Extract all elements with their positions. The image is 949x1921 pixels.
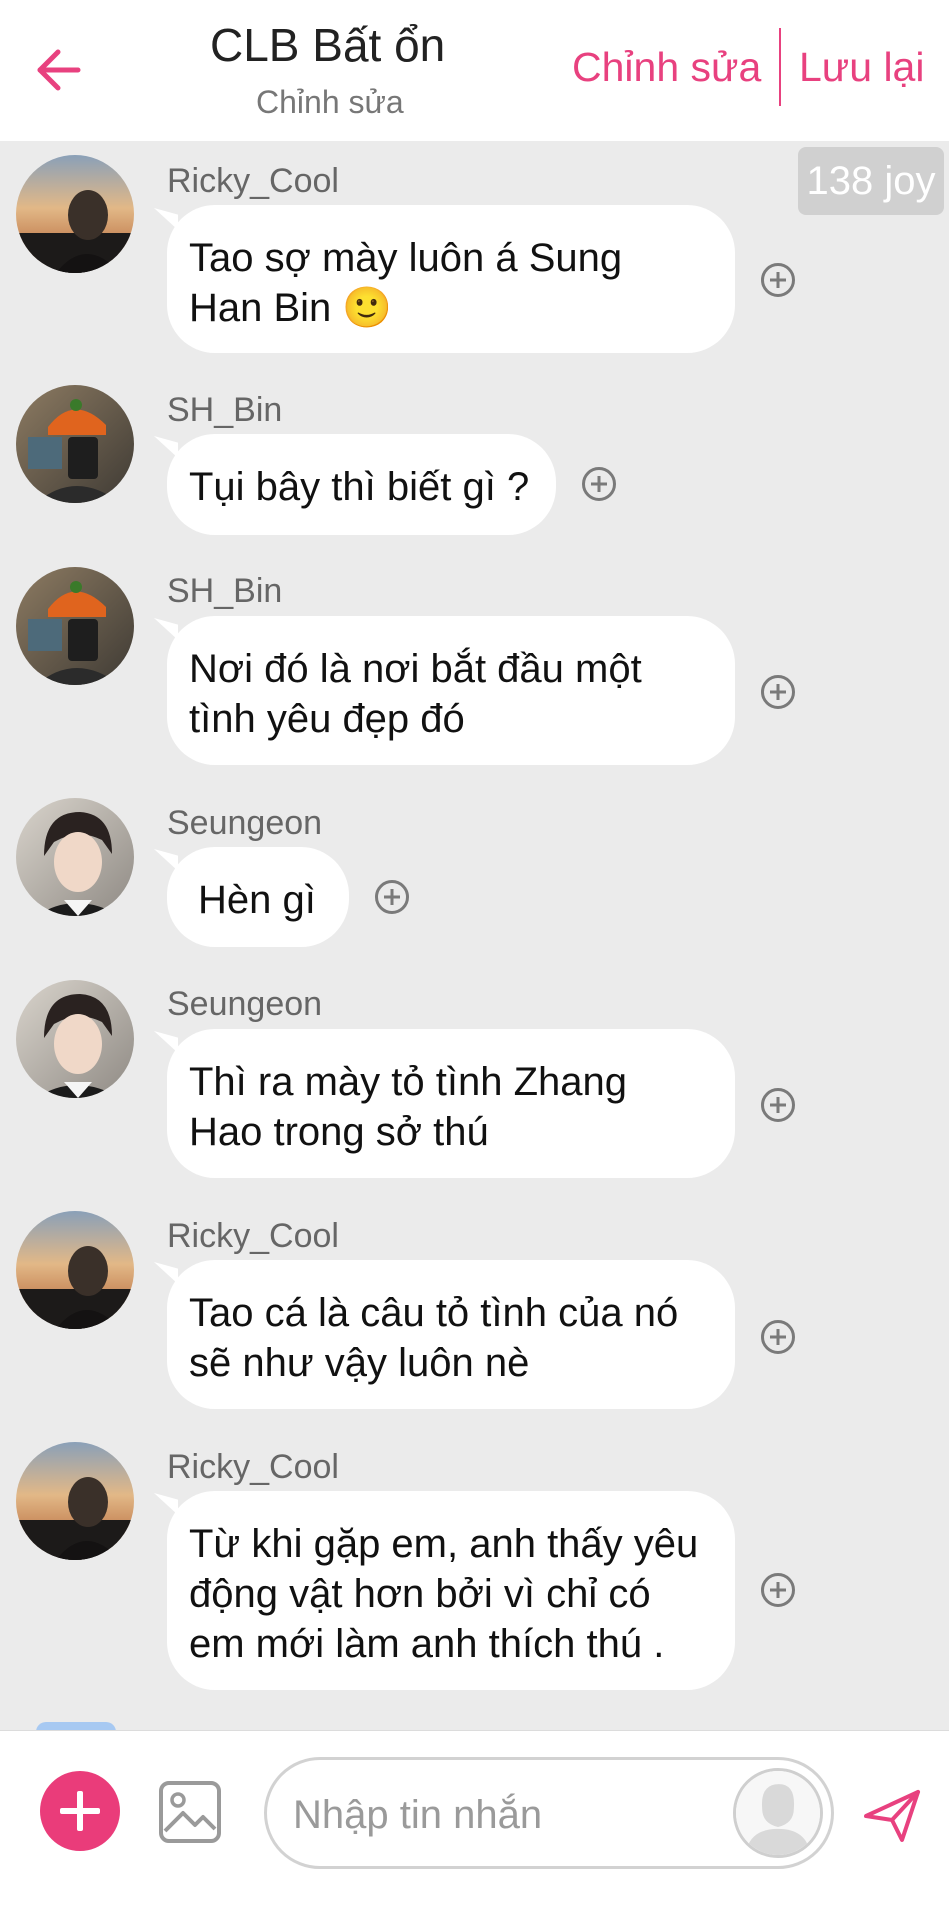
message-text-line: Tao cá là câu tỏ tình của nó	[189, 1291, 679, 1335]
back-button[interactable]	[30, 40, 90, 100]
send-icon[interactable]	[862, 1786, 922, 1844]
react-add-icon[interactable]	[761, 675, 795, 709]
arrow-left-icon	[37, 49, 81, 91]
image-icon[interactable]	[157, 1779, 223, 1845]
sender-name: Ricky_Cool	[167, 1217, 339, 1255]
chat-title: CLB Bất ổn	[210, 19, 446, 71]
avatar[interactable]	[16, 567, 134, 685]
avatar[interactable]	[16, 980, 134, 1098]
joy-counter-badge: 138 joy	[798, 147, 944, 215]
sender-name: Ricky_Cool	[167, 1448, 339, 1486]
message-text-line: Hao trong sở thú	[189, 1110, 489, 1154]
message-composer	[0, 1730, 949, 1921]
sender-name: SH_Bin	[167, 391, 283, 429]
message-text-line: Từ khi gặp em, anh thấy yêu	[189, 1522, 699, 1566]
chat-header: CLB Bất ổn Chỉnh sửa Chỉnh sửa Lưu lại	[0, 0, 949, 141]
message-text-line: động vật hơn bởi vì chỉ có	[189, 1572, 651, 1616]
message-bubble[interactable]: Hèn gì	[167, 847, 349, 947]
header-divider	[779, 28, 781, 106]
avatar[interactable]	[16, 1442, 134, 1560]
react-add-icon[interactable]	[761, 1573, 795, 1607]
message-text-line: Thì ra mày tỏ tình Zhang	[189, 1060, 627, 1104]
message-bubble[interactable]: Tao cá là câu tỏ tình của nó sẽ như vậy …	[167, 1260, 735, 1409]
react-add-icon[interactable]	[582, 467, 616, 501]
sender-name: SH_Bin	[167, 572, 283, 610]
react-add-icon[interactable]	[761, 1088, 795, 1122]
message-text-line: em mới làm anh thích thú .	[189, 1622, 665, 1666]
message-text-line: Nơi đó là nơi bắt đầu một	[189, 647, 642, 691]
message-bubble[interactable]: Thì ra mày tỏ tình Zhang Hao trong sở th…	[167, 1029, 735, 1178]
mask-avatar-icon[interactable]	[733, 1768, 823, 1858]
avatar[interactable]	[16, 385, 134, 503]
react-add-icon[interactable]	[375, 880, 409, 914]
message-text-line: sẽ như vậy luôn nè	[189, 1341, 530, 1385]
sender-name: Seungeon	[167, 985, 323, 1023]
sender-name: Ricky_Cool	[167, 162, 339, 200]
react-add-icon[interactable]	[761, 263, 795, 297]
avatar[interactable]	[16, 155, 134, 273]
message-text-line: Han Bin 🙂	[189, 286, 393, 330]
message-input-wrapper	[264, 1757, 834, 1869]
message-text-line: Tụi bây thì biết gì ?	[189, 465, 530, 509]
message-bubble[interactable]: Nơi đó là nơi bắt đầu một tình yêu đẹp đ…	[167, 616, 735, 765]
message-input[interactable]	[291, 1786, 695, 1844]
avatar[interactable]	[16, 798, 134, 916]
message-text-line: Hèn gì	[198, 878, 316, 922]
chat-subtitle: Chỉnh sửa	[256, 84, 404, 120]
add-attachment-button[interactable]	[40, 1771, 120, 1851]
message-bubble[interactable]: Từ khi gặp em, anh thấy yêu động vật hơn…	[167, 1491, 735, 1690]
sender-name: Seungeon	[167, 804, 323, 842]
react-add-icon[interactable]	[761, 1320, 795, 1354]
save-button[interactable]: Lưu lại	[799, 44, 924, 91]
message-bubble[interactable]: Tao sợ mày luôn á Sung Han Bin 🙂	[167, 205, 735, 353]
avatar[interactable]	[16, 1211, 134, 1329]
edit-button[interactable]: Chỉnh sửa	[572, 44, 761, 91]
message-text-line: Tao sợ mày luôn á Sung	[189, 236, 623, 280]
message-text-line: tình yêu đẹp đó	[189, 697, 465, 741]
message-bubble[interactable]: Tụi bây thì biết gì ?	[167, 434, 556, 535]
